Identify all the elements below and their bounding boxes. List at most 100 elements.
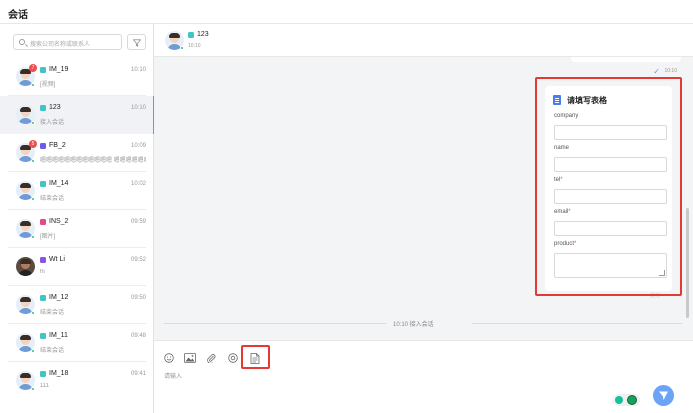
im-channel-icon bbox=[40, 105, 46, 111]
message-area: ✓ 10:10 请填写表格 company name tel* email* p… bbox=[154, 57, 693, 340]
system-message: 10:10 接入会话 bbox=[393, 322, 434, 328]
search-icon bbox=[19, 39, 25, 45]
form-title: 请填写表格 bbox=[567, 96, 607, 105]
conversation-time: 10:10 bbox=[130, 105, 146, 111]
send-button[interactable] bbox=[653, 385, 674, 406]
conversation-item-im-11[interactable]: IM_11 09:48 结束会话 bbox=[0, 324, 154, 362]
conversation-time: 09:41 bbox=[130, 371, 146, 377]
online-indicator bbox=[31, 159, 35, 163]
location-icon bbox=[615, 396, 623, 404]
conversation-time: 10:02 bbox=[130, 181, 146, 187]
product-field[interactable] bbox=[554, 253, 667, 278]
conversation-preview: [图片] bbox=[40, 234, 56, 240]
conversation-preview: [视频] bbox=[40, 82, 56, 88]
im-channel-icon bbox=[188, 32, 194, 38]
divider bbox=[164, 323, 386, 324]
form-label-name: name bbox=[554, 145, 570, 151]
quick-reply-button[interactable] bbox=[228, 353, 238, 363]
filter-button[interactable] bbox=[127, 34, 146, 50]
conversation-item-wt-li[interactable]: Wt Li 09:52 hi bbox=[0, 248, 154, 286]
form-label-product: product* bbox=[554, 241, 577, 247]
send-icon bbox=[659, 391, 668, 400]
unread-badge: 5 bbox=[29, 140, 37, 148]
conversation-sidebar: 搜索公司名称或联系人 7 IM_19 10:10 [视频] 123 10:10 … bbox=[0, 24, 155, 413]
form-message-card: 请填写表格 company name tel* email* product* bbox=[545, 86, 672, 291]
company-field[interactable] bbox=[554, 125, 667, 140]
im-channel-icon bbox=[40, 333, 46, 339]
conversation-item-fb-2[interactable]: 5 FB_2 10:09 嗯嗯嗯嗯嗯嗯嗯嗯嗯嗯嗯嗯 嗯嗯嗯嗯嗯嗯嗯... bbox=[0, 134, 154, 172]
conversation-item-123[interactable]: 123 10:10 接入会话 bbox=[0, 96, 155, 134]
message-input[interactable]: 请输入 bbox=[164, 371, 182, 380]
conversation-preview: 结束会话 bbox=[40, 348, 65, 354]
emoji-button[interactable] bbox=[164, 353, 174, 363]
im-channel-icon bbox=[40, 67, 46, 73]
im-channel-icon bbox=[40, 181, 46, 187]
conversation-preview: 结束会话 bbox=[40, 196, 65, 202]
online-indicator bbox=[31, 387, 35, 391]
message-composer: 请输入 bbox=[154, 340, 693, 413]
conversation-time: 09:48 bbox=[130, 333, 146, 339]
form-button[interactable] bbox=[250, 353, 260, 364]
conversation-name: INS_2 bbox=[49, 218, 69, 225]
emoji-icon bbox=[164, 353, 174, 363]
conversation-name: FB_2 bbox=[49, 142, 66, 149]
tel-field[interactable] bbox=[554, 189, 667, 204]
top-bar: 会话 bbox=[0, 0, 693, 24]
conversation-name: IM_19 bbox=[49, 66, 69, 73]
im-channel-icon bbox=[40, 295, 46, 301]
scrollbar[interactable] bbox=[686, 208, 689, 318]
conversation-name: Wt Li bbox=[49, 256, 65, 263]
image-icon bbox=[184, 353, 196, 363]
filter-icon bbox=[133, 39, 141, 47]
conversation-name: 123 bbox=[49, 104, 61, 111]
grammarly-widget[interactable] bbox=[613, 394, 640, 406]
conversation-name: IM_18 bbox=[49, 370, 69, 377]
conversation-preview: hi bbox=[40, 269, 45, 275]
form-submit-button[interactable]: 提交 bbox=[650, 292, 683, 299]
online-indicator bbox=[31, 235, 35, 239]
im-channel-icon bbox=[40, 371, 46, 377]
messenger-channel-icon bbox=[40, 143, 46, 149]
conversation-time: 09:59 bbox=[130, 219, 146, 225]
conversation-list: 7 IM_19 10:10 [视频] 123 10:10 接入会话 5 FB_2… bbox=[0, 58, 155, 400]
conversation-name: IM_12 bbox=[49, 294, 69, 301]
attachment-button[interactable] bbox=[206, 353, 216, 363]
conversation-time: 09:50 bbox=[130, 295, 146, 301]
email-field[interactable] bbox=[554, 221, 667, 236]
paperclip-icon bbox=[207, 354, 216, 363]
conversation-item-im-14[interactable]: IM_14 10:02 结束会话 bbox=[0, 172, 154, 210]
contact-time: 10:10 bbox=[188, 43, 201, 49]
page-title: 会话 bbox=[8, 10, 28, 21]
form-label-email: email* bbox=[554, 209, 571, 215]
grammarly-icon bbox=[627, 395, 637, 405]
conversation-name: IM_11 bbox=[49, 332, 68, 339]
read-check-icon: ✓ bbox=[653, 67, 660, 76]
conversation-time: 10:09 bbox=[130, 143, 146, 149]
at-icon bbox=[228, 353, 238, 363]
conversation-item-im-12[interactable]: IM_12 09:50 结束会话 bbox=[0, 286, 154, 324]
online-indicator bbox=[180, 46, 184, 50]
instagram-channel-icon bbox=[40, 219, 46, 225]
form-label-tel: tel* bbox=[554, 177, 563, 183]
divider bbox=[472, 323, 682, 324]
conversation-time: 09:52 bbox=[130, 257, 146, 263]
messenger-channel-icon bbox=[40, 257, 46, 263]
name-field[interactable] bbox=[554, 157, 667, 172]
form-icon bbox=[250, 353, 260, 364]
document-icon bbox=[553, 95, 561, 105]
image-button[interactable] bbox=[184, 353, 196, 363]
online-indicator bbox=[31, 349, 35, 353]
conversation-preview: 接入会话 bbox=[40, 120, 65, 126]
conversation-item-im-18[interactable]: IM_18 09:41 111 bbox=[0, 362, 154, 400]
online-indicator bbox=[31, 121, 35, 125]
conversation-preview: 111 bbox=[40, 383, 50, 389]
search-input[interactable]: 搜索公司名称或联系人 bbox=[13, 34, 122, 50]
conversation-time: 10:10 bbox=[130, 67, 146, 73]
conversation-name: IM_14 bbox=[49, 180, 69, 187]
avatar bbox=[16, 257, 35, 276]
form-label-company: company bbox=[554, 113, 579, 119]
conversation-item-ins-2[interactable]: INS_2 09:59 [图片] bbox=[0, 210, 154, 248]
online-indicator bbox=[31, 197, 35, 201]
online-indicator bbox=[31, 311, 35, 315]
conversation-item-im-19[interactable]: 7 IM_19 10:10 [视频] bbox=[0, 58, 154, 96]
